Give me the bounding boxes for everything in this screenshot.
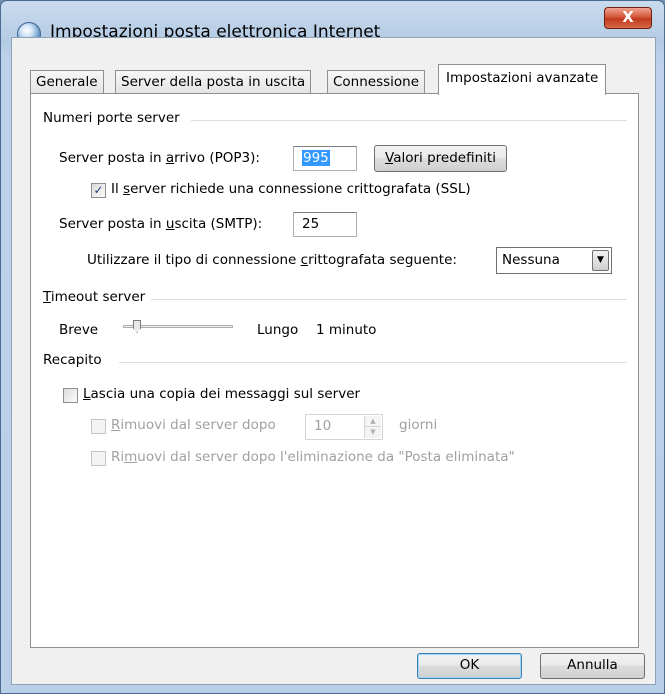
tab-connessione[interactable]: Connessione [327,70,426,93]
stepper-down-icon[interactable]: ▼ [365,427,381,438]
dialog-window: Impostazioni posta elettronica Internet … [0,0,665,694]
group-title-ports: Numeri porte server [43,110,186,126]
stepper-arrows[interactable]: ▲ ▼ [364,416,381,438]
leave-copy-checkbox[interactable] [63,388,78,403]
leave-copy-label: Lascia una copia dei messaggi sul server [83,386,361,402]
close-button[interactable]: X [604,7,652,29]
outgoing-port-input[interactable]: 25 [293,212,357,237]
cancel-button[interactable]: Annulla [540,653,645,679]
timeout-slider-thumb[interactable] [133,320,141,333]
remove-after-days-stepper[interactable]: 10 ▲ ▼ [305,414,383,440]
timeout-value-label: 1 minuto [316,322,377,338]
group-separator [151,299,627,300]
group-separator [191,120,627,121]
group-title-delivery: Recapito [43,352,108,368]
remove-after-checkbox[interactable] [91,419,106,434]
incoming-port-input[interactable]: 995 [293,146,357,171]
ssl-checkbox-label: Il server richiede una connessione critt… [111,181,471,197]
tab-panel-advanced: Numeri porte server Server posta in arri… [30,93,639,648]
ssl-checkbox[interactable]: ✓ [91,183,106,198]
tab-server-posta-uscita[interactable]: Server della posta in uscita [115,70,312,93]
encryption-type-value: Nessuna [502,252,560,268]
tab-impostazioni-avanzate[interactable]: Impostazioni avanzate [438,64,607,95]
days-label: giorni [399,417,438,433]
timeout-short-label: Breve [59,322,99,338]
restore-defaults-button[interactable]: Valori predefiniti [374,145,507,172]
ok-button[interactable]: OK [417,653,522,679]
remove-deleted-label: Rimuovi dal server dopo l'eliminazione d… [111,449,515,465]
stepper-up-icon[interactable]: ▲ [365,416,381,427]
chevron-down-icon[interactable]: ▼ [592,250,609,271]
remove-deleted-checkbox[interactable] [91,451,106,466]
encryption-type-label: Utilizzare il tipo di connessione critto… [87,252,457,268]
group-separator [119,362,627,363]
incoming-port-label: Server posta in arrivo (POP3): [59,150,260,166]
dialog-client-area: Generale Server della posta in uscita Co… [11,37,656,685]
outgoing-port-label: Server posta in uscita (SMTP): [59,216,263,232]
timeout-long-label: Lungo [257,322,299,338]
encryption-type-select[interactable]: Nessuna ▼ [496,247,612,274]
remove-after-label: Rimuovi dal server dopo [111,417,276,433]
group-title-timeout: Timeout server [43,289,152,305]
tab-generale[interactable]: Generale [30,70,104,93]
